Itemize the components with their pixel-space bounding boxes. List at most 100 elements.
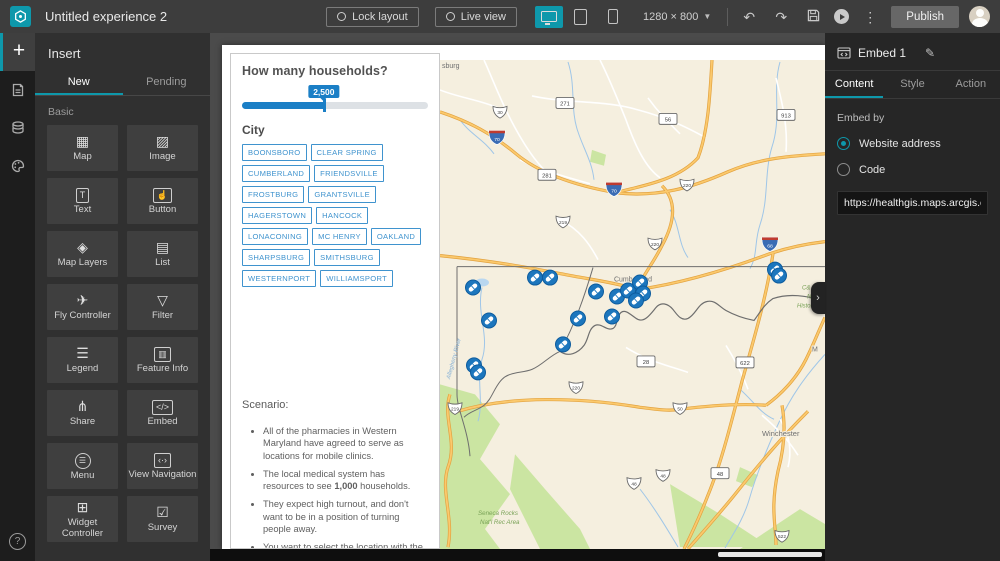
rail-item-insert[interactable]: + bbox=[0, 33, 35, 71]
preview-play-button[interactable] bbox=[834, 9, 850, 24]
route-shield-913: 913 bbox=[776, 108, 796, 121]
map-widget[interactable]: 30 271 70 281 219 70 56 913 220 220 68 220 28 622 219 5… bbox=[440, 60, 825, 549]
radio-website-address[interactable]: Website address bbox=[837, 137, 988, 150]
city-filter-boonsboro[interactable]: BOONSBORO bbox=[242, 144, 307, 161]
tablet-icon bbox=[574, 8, 588, 25]
experience-page[interactable]: How many households? 2,500 City BOONSBOR… bbox=[222, 45, 825, 549]
city-filter-oakland[interactable]: OAKLAND bbox=[370, 228, 422, 245]
pharmacy-pin-icon[interactable] bbox=[588, 283, 604, 300]
widget-card-feature-info[interactable]: ▥ Feature Info bbox=[127, 337, 198, 383]
pharmacy-pin-icon[interactable] bbox=[604, 308, 620, 325]
save-button[interactable] bbox=[802, 6, 824, 28]
slider-handle[interactable] bbox=[322, 99, 326, 112]
plus-icon: + bbox=[12, 39, 26, 62]
resolution-dropdown[interactable]: 1280 × 800 ▼ bbox=[643, 11, 711, 23]
widget-card-menu[interactable]: ☰ Menu bbox=[47, 443, 118, 489]
city-filter-sharpsburg[interactable]: SHARPSBURG bbox=[242, 249, 311, 266]
data-icon bbox=[11, 121, 24, 134]
city-filter-westernport[interactable]: WESTERNPORT bbox=[242, 270, 317, 287]
experience-title[interactable]: Untitled experience 2 bbox=[45, 9, 167, 24]
rail-item-page[interactable] bbox=[0, 71, 35, 109]
tab-action[interactable]: Action bbox=[942, 71, 1000, 98]
city-filter-smithsburg[interactable]: SMITHSBURG bbox=[314, 249, 380, 266]
widget-card-label: View Navigation bbox=[128, 469, 197, 481]
lock-layout-button[interactable]: Lock layout bbox=[326, 6, 419, 27]
insert-panel: Insert New Pending Basic ▦ Map ▨ Image T Text… bbox=[35, 33, 210, 561]
tab-pending[interactable]: Pending bbox=[123, 70, 211, 95]
widget-card-embed[interactable]: </> Embed bbox=[127, 390, 198, 436]
pharmacy-pin-icon[interactable] bbox=[481, 312, 497, 329]
city-filter-buttons: BOONSBORO CLEAR SPRING CUMBERLAND FRIENDSVI… bbox=[242, 144, 428, 287]
widget-card-view-navigation[interactable]: ‹·› View Navigation bbox=[127, 443, 198, 489]
city-filter-cumberland[interactable]: CUMBERLAND bbox=[242, 165, 311, 182]
widget-card-map[interactable]: ▦ Map bbox=[47, 125, 118, 171]
rename-pencil-icon[interactable]: ✎ bbox=[925, 46, 935, 60]
city-filter-hancock[interactable]: HANCOCK bbox=[316, 207, 369, 224]
city-filter-friendsville[interactable]: FRIENDSVILLE bbox=[314, 165, 384, 182]
scrollbar-thumb[interactable] bbox=[718, 552, 822, 557]
svg-text:70: 70 bbox=[611, 189, 617, 195]
city-filter-frostburg[interactable]: FROSTBURG bbox=[242, 186, 305, 203]
desktop-device-button[interactable] bbox=[534, 5, 563, 28]
widget-card-map-layers[interactable]: ◈ Map Layers bbox=[47, 231, 118, 277]
tab-content[interactable]: Content bbox=[825, 71, 883, 98]
widget-card-button[interactable]: ☝ Button bbox=[127, 178, 198, 224]
tablet-device-button[interactable] bbox=[567, 6, 595, 28]
rail-item-theme[interactable] bbox=[0, 147, 35, 185]
user-avatar[interactable] bbox=[969, 6, 990, 27]
page-sidebar-widget: How many households? 2,500 City BOONSBOR… bbox=[230, 53, 440, 549]
city-filter-williamsport[interactable]: WILLIAMSPORT bbox=[320, 270, 394, 287]
widget-card-share[interactable]: ⋔ Share bbox=[47, 390, 118, 436]
pharmacy-pin-icon[interactable] bbox=[570, 310, 586, 327]
map-layers-icon: ◈ bbox=[77, 239, 88, 256]
live-view-button[interactable]: Live view bbox=[434, 6, 517, 27]
help-button[interactable]: ? bbox=[0, 527, 35, 555]
pharmacy-pin-icon[interactable] bbox=[465, 279, 481, 296]
city-filter-hagerstown[interactable]: HAGERSTOWN bbox=[242, 207, 313, 224]
pharmacy-pin-icon[interactable] bbox=[771, 267, 787, 284]
widget-card-survey[interactable]: ☑ Survey bbox=[127, 496, 198, 542]
basemap: 30 271 70 281 219 70 56 913 220 220 68 220 28 622 219 5… bbox=[440, 60, 825, 549]
app-logo-icon[interactable] bbox=[10, 6, 31, 27]
design-canvas[interactable]: How many households? 2,500 City BOONSBOR… bbox=[210, 33, 825, 561]
settings-tabs: Content Style Action bbox=[825, 71, 1000, 99]
widget-card-filter[interactable]: ▽ Filter bbox=[127, 284, 198, 330]
pharmacy-pin-icon[interactable] bbox=[542, 269, 558, 286]
tab-new[interactable]: New bbox=[35, 70, 123, 95]
redo-button[interactable]: ↷ bbox=[770, 6, 792, 28]
pharmacy-pin-icon[interactable] bbox=[555, 336, 571, 353]
widget-card-fly-controller[interactable]: ✈ Fly Controller bbox=[47, 284, 118, 330]
pharmacy-pin-icon[interactable] bbox=[628, 292, 644, 309]
embed-url-input[interactable] bbox=[837, 191, 988, 215]
svg-text:220: 220 bbox=[572, 386, 580, 392]
slider-track[interactable] bbox=[242, 99, 428, 112]
embed-icon: </> bbox=[151, 400, 173, 416]
svg-text:220: 220 bbox=[651, 242, 659, 248]
device-preview-switcher bbox=[534, 5, 627, 28]
city-filter-clear-spring[interactable]: CLEAR SPRING bbox=[310, 144, 383, 161]
city-filter-grantsville[interactable]: GRANTSVILLE bbox=[308, 186, 377, 203]
widget-card-list[interactable]: ▤ List bbox=[127, 231, 198, 277]
widget-card-widget-controller[interactable]: ⊞ Widget Controller bbox=[47, 496, 118, 542]
rail-item-data[interactable] bbox=[0, 109, 35, 147]
undo-button[interactable]: ↶ bbox=[738, 6, 760, 28]
widget-card-legend[interactable]: ☰ Legend bbox=[47, 337, 118, 383]
more-options-button[interactable]: ⋮ bbox=[859, 6, 881, 28]
widget-card-text[interactable]: T Text bbox=[47, 178, 118, 224]
collapse-panel-handle[interactable]: › bbox=[811, 282, 825, 314]
phone-device-button[interactable] bbox=[599, 6, 627, 28]
route-shield-271: 271 bbox=[555, 96, 575, 109]
city-filter-mc-henry[interactable]: MC HENRY bbox=[312, 228, 367, 245]
radio-selected-icon bbox=[837, 137, 850, 150]
publish-button[interactable]: Publish bbox=[891, 5, 959, 28]
pharmacy-pin-icon[interactable] bbox=[470, 364, 486, 381]
widget-card-label: Image bbox=[149, 151, 176, 163]
route-shield-48: 48 bbox=[710, 467, 730, 480]
widget-card-image[interactable]: ▨ Image bbox=[127, 125, 198, 171]
pharmacy-pin-icon[interactable] bbox=[527, 269, 543, 286]
city-filter-lonaconing[interactable]: LONACONING bbox=[242, 228, 309, 245]
canvas-horizontal-scrollbar[interactable] bbox=[210, 549, 825, 561]
tab-style[interactable]: Style bbox=[883, 71, 941, 98]
radio-code[interactable]: Code bbox=[837, 163, 988, 176]
map-label: Nat'l Rec Area bbox=[480, 519, 520, 526]
